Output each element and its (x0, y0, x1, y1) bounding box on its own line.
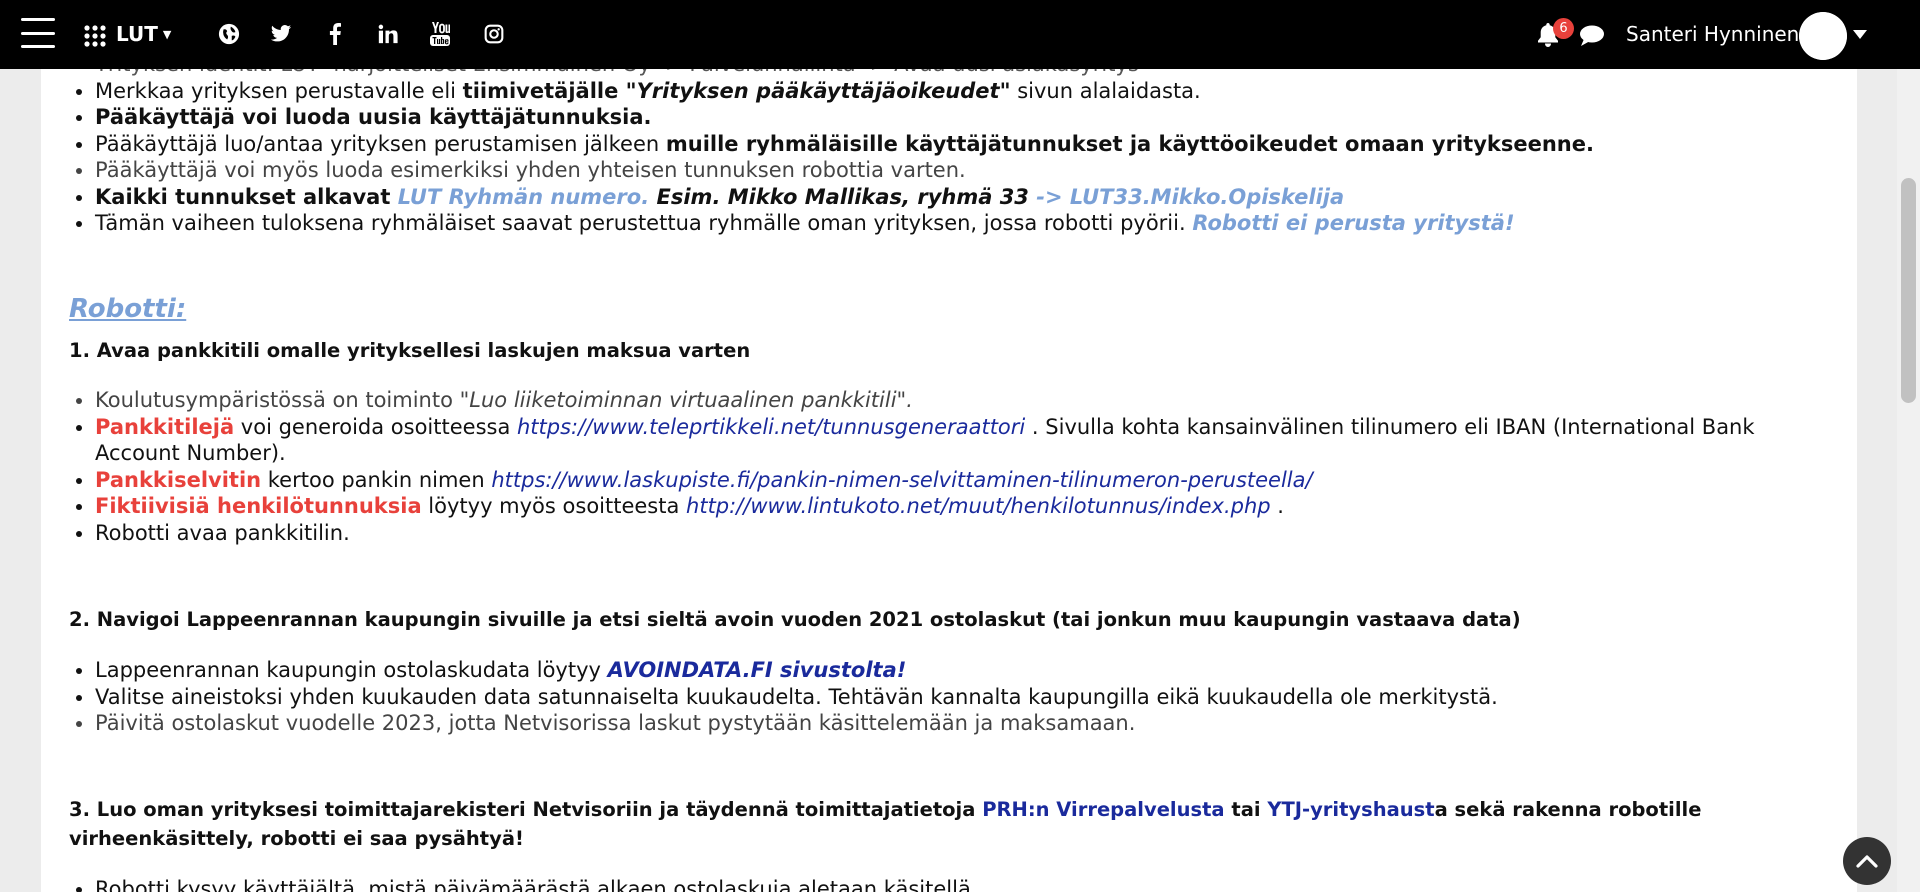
globe-icon[interactable] (217, 22, 241, 46)
step-3-list: Robotti kysyy käyttäjältä, mistä päivämä… (69, 876, 978, 892)
list-text: sivun alalaidasta. (1010, 78, 1201, 103)
list-item: Koulutusympäristössä on toiminto "Luo li… (95, 387, 1789, 414)
link-tunnusgeneraattori[interactable]: https://www.teleprtikkeli.net/tunnusgene… (517, 415, 1025, 439)
list-text: Merkkaa yrityksen perustavalle eli (95, 78, 463, 103)
brand-label: LUT (116, 22, 158, 46)
link-lintukoto[interactable]: http://www.lintukoto.net/muut/henkilotun… (686, 494, 1271, 518)
list-text-highlight: LUT Ryhmän numero. (397, 184, 650, 209)
chat-icon[interactable] (1579, 24, 1605, 48)
list-text: Pääkäyttäjä luo/antaa yrityksen perustam… (95, 131, 666, 156)
link-prh-virre[interactable]: PRH:n Virrepalvelusta (982, 798, 1224, 821)
list-item: Merkkaa yrityksen perustavalle eli tiimi… (95, 78, 1594, 105)
list-text: voi generoida osoitteessa (234, 414, 517, 439)
list-text-bold: Kaikki tunnukset alkavat (95, 184, 398, 209)
list-item: Pankkitilejä voi generoida osoitteessa h… (95, 414, 1789, 467)
list-text: . (1270, 494, 1284, 518)
list-text: Lappeenrannan kaupungin ostolaskudata lö… (95, 658, 608, 682)
step-text: 3. Luo oman yrityksesi toimittajarekiste… (69, 798, 983, 821)
list-text: Tämän vaiheen tuloksena ryhmäläiset saav… (95, 211, 1193, 235)
list-text: kertoo pankin nimen (261, 467, 492, 492)
step-2-title: 2. Navigoi Lappeenrannan kaupungin sivui… (69, 608, 1521, 631)
intro-list: Yrityksen identit: LUT -harjoitteliset E… (69, 51, 1594, 237)
list-text-italic: "Luo liiketoiminnan virtuaalinen pankkit… (459, 388, 913, 412)
twitter-icon[interactable] (269, 22, 293, 46)
brand-menu[interactable]: LUT ▼ (116, 20, 171, 48)
list-text-bold-italic: "Yrityksen pääkäyttäjäoikeudet" (625, 78, 1011, 103)
list-text: Koulutusympäristössä on toiminto (95, 388, 460, 412)
notification-badge: 6 (1553, 18, 1574, 39)
list-text-red: Pankkitilejä (95, 414, 235, 439)
link-avoindata[interactable]: AVOINDATA.FI sivustolta! (608, 658, 907, 682)
user-name[interactable]: Santeri Hynninen (1626, 20, 1799, 48)
link-ytj[interactable]: YTJ-yrityshaust (1267, 798, 1434, 821)
list-text-red: Pankkiselvitin (95, 467, 262, 492)
list-text-highlight: -> LUT33.Mikko.Opiskelija (1036, 184, 1345, 209)
chevron-up-icon (1856, 855, 1878, 868)
menu-icon[interactable] (20, 18, 56, 48)
list-item: Lappeenrannan kaupungin ostolaskudata lö… (95, 657, 1789, 684)
list-item: Robotti kysyy käyttäjältä, mistä päivämä… (95, 876, 978, 892)
list-item: Tämän vaiheen tuloksena ryhmäläiset saav… (95, 210, 1594, 237)
list-text-red: Fiktiivisiä henkilötunnuksia (95, 494, 422, 518)
avatar[interactable] (1799, 12, 1847, 60)
list-item: Pankkiselvitin kertoo pankin nimen https… (95, 467, 1789, 494)
list-item: Fiktiivisiä henkilötunnuksia löytyy myös… (95, 493, 1789, 520)
list-item: Pääkäyttäjä voi luoda uusia käyttäjätunn… (95, 104, 1594, 131)
youtube-icon[interactable] (428, 22, 452, 46)
list-text: löytyy myös osoitteesta (421, 494, 687, 518)
step-1-list: Koulutusympäristössä on toiminto "Luo li… (69, 387, 1789, 546)
apps-grid-icon[interactable] (83, 24, 107, 48)
list-item: Kaikki tunnukset alkavat LUT Ryhmän nume… (95, 184, 1594, 211)
list-item: Robotti avaa pankkitilin. (95, 520, 1789, 547)
list-text-bold: muille ryhmäläisille käyttäjätunnukset j… (665, 131, 1594, 156)
facebook-icon[interactable] (323, 22, 347, 46)
list-item: Valitse aineistoksi yhden kuukauden data… (95, 684, 1789, 711)
list-item: Pääkäyttäjä voi myös luoda esimerkiksi y… (95, 157, 1594, 184)
list-item: Pääkäyttäjä luo/antaa yrityksen perustam… (95, 131, 1594, 158)
top-navbar: LUT ▼ 6 Santeri Hynninen (0, 0, 1920, 69)
list-text-highlight: Robotti ei perusta yritystä! (1192, 211, 1515, 235)
chevron-down-icon: ▼ (162, 27, 172, 41)
instagram-icon[interactable] (482, 22, 506, 46)
linkedin-icon[interactable] (376, 22, 400, 46)
link-laskupiste[interactable]: https://www.laskupiste.fi/pankin-nimen-s… (491, 468, 1312, 492)
chevron-down-icon[interactable] (1850, 26, 1870, 42)
list-item: Päivitä ostolaskut vuodelle 2023, jotta … (95, 710, 1789, 737)
step-3-title: 3. Luo oman yrityksesi toimittajarekiste… (69, 795, 1789, 853)
scrollbar-track[interactable] (1897, 0, 1920, 892)
section-heading: Robotti: (69, 294, 187, 324)
step-text: tai (1224, 798, 1268, 821)
scrollbar-thumb[interactable] (1901, 178, 1916, 403)
list-text-bold: tiimivetäjälle (462, 78, 626, 103)
list-text-bold-italic: Esim. Mikko Mallikas, ryhmä 33 (649, 184, 1037, 209)
back-to-top-button[interactable] (1843, 837, 1891, 885)
step-2-list: Lappeenrannan kaupungin ostolaskudata lö… (69, 657, 1789, 737)
step-1-title: 1. Avaa pankkitili omalle yrityksellesi … (69, 339, 751, 362)
